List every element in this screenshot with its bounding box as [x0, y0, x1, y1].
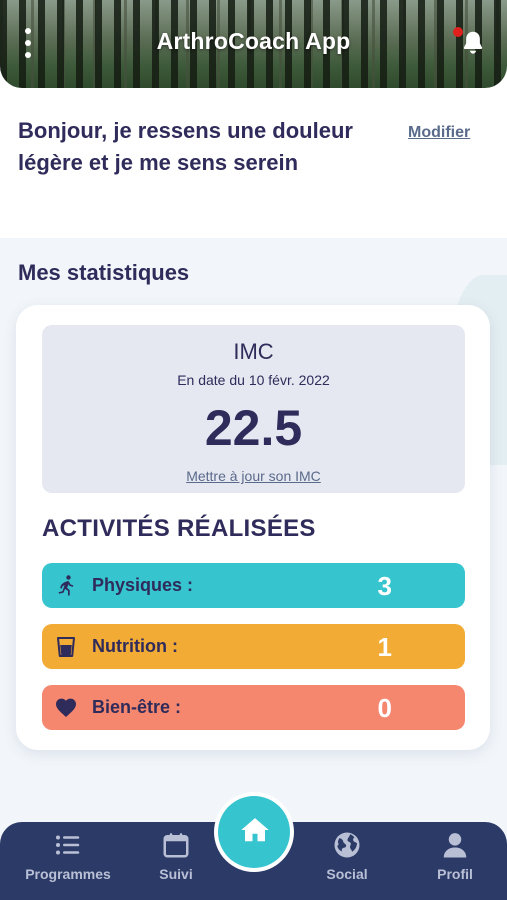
notification-dot: [453, 27, 463, 37]
stats-title: Mes statistiques: [18, 260, 190, 285]
imc-date: En date du 10 févr. 2022: [177, 372, 330, 388]
calendar-icon: [163, 833, 189, 858]
running-person-icon: [58, 575, 74, 596]
nav-label: Profil: [437, 866, 473, 882]
activity-label: Bien-être :: [92, 697, 182, 717]
home-button[interactable]: [218, 796, 290, 868]
imc-panel: IMC En date du 10 févr. 2022 22.5 Mettre…: [42, 325, 465, 493]
nav-item-suivi[interactable]: Suivi: [126, 822, 226, 900]
nav-item-programmes[interactable]: Programmes: [8, 822, 128, 900]
nav-label: Social: [326, 866, 368, 882]
mood-greeting: Bonjour, je ressens une douleur légère e…: [18, 118, 353, 175]
imc-value: 22.5: [204, 400, 303, 456]
activity-row-physiques[interactable]: Physiques : 3: [42, 563, 465, 608]
activities-title: ACTIVITÉS RÉALISÉES: [42, 515, 316, 542]
home-icon: [241, 818, 269, 842]
edit-mood-link[interactable]: Modifier: [408, 124, 470, 142]
nav-item-profil[interactable]: Profil: [405, 822, 505, 900]
activity-row-bien-etre[interactable]: Bien-être : 0: [42, 685, 465, 730]
imc-title: IMC: [233, 339, 274, 364]
nav-label: Suivi: [159, 866, 193, 882]
list-icon: [56, 835, 80, 855]
user-icon: [443, 833, 467, 858]
nav-item-social[interactable]: Social: [297, 822, 397, 900]
activity-count: 1: [377, 632, 392, 662]
activity-label: Nutrition :: [92, 636, 178, 656]
update-imc-link[interactable]: Mettre à jour son IMC: [42, 468, 465, 484]
glass-icon: [57, 637, 75, 657]
activity-count: 3: [377, 571, 392, 601]
app-title: ArthroCoach App: [156, 28, 351, 54]
app-header: ArthroCoach App: [0, 0, 507, 88]
nav-label: Programmes: [25, 866, 111, 882]
activity-label: Physiques :: [92, 575, 194, 595]
activity-count: 0: [377, 693, 392, 723]
heart-icon: [56, 698, 76, 717]
globe-icon: [334, 832, 360, 858]
activity-row-nutrition[interactable]: Nutrition : 1: [42, 624, 465, 669]
